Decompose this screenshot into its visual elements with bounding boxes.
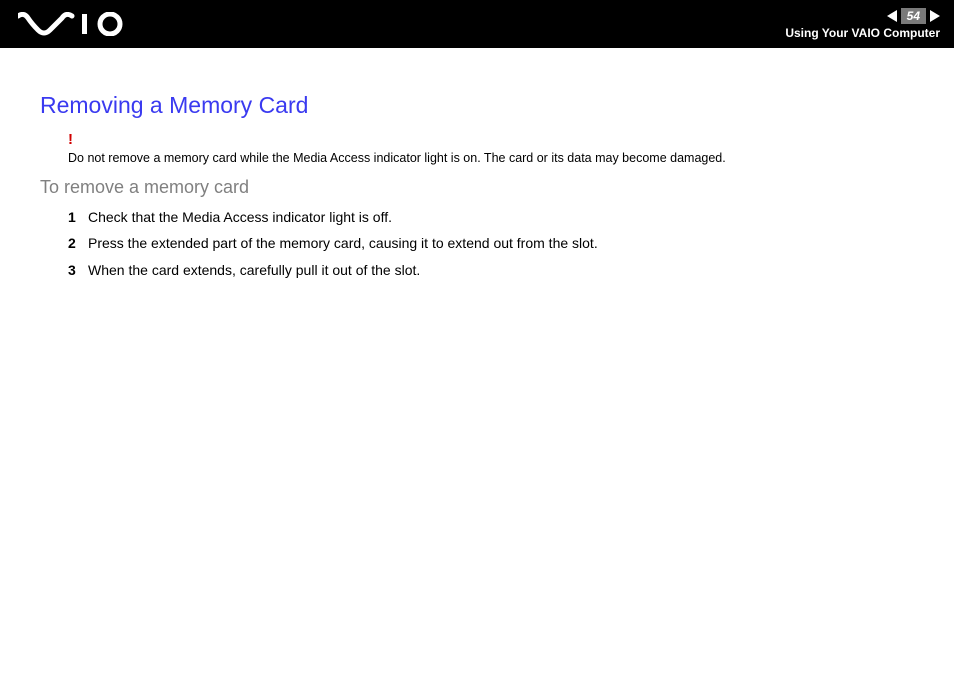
step-item: When the card extends, carefully pull it… <box>68 259 914 281</box>
prev-page-arrow-icon[interactable] <box>887 10 897 22</box>
warning-icon: ! <box>68 131 73 148</box>
page-nav: 54 <box>887 8 940 24</box>
page-content: Removing a Memory Card ! Do not remove a… <box>0 48 954 281</box>
step-item: Check that the Media Access indicator li… <box>68 206 914 228</box>
next-page-arrow-icon[interactable] <box>930 10 940 22</box>
vaio-logo <box>18 12 138 36</box>
warning-block: ! Do not remove a memory card while the … <box>68 131 914 167</box>
steps-list: Check that the Media Access indicator li… <box>40 206 914 281</box>
header-right: 54 Using Your VAIO Computer <box>785 8 940 40</box>
section-label: Using Your VAIO Computer <box>785 26 940 40</box>
step-item: Press the extended part of the memory ca… <box>68 232 914 254</box>
procedure-subhead: To remove a memory card <box>40 177 914 198</box>
page-number: 54 <box>901 8 926 24</box>
warning-text: Do not remove a memory card while the Me… <box>68 151 726 165</box>
header-bar: 54 Using Your VAIO Computer <box>0 0 954 48</box>
page-title: Removing a Memory Card <box>40 92 914 119</box>
